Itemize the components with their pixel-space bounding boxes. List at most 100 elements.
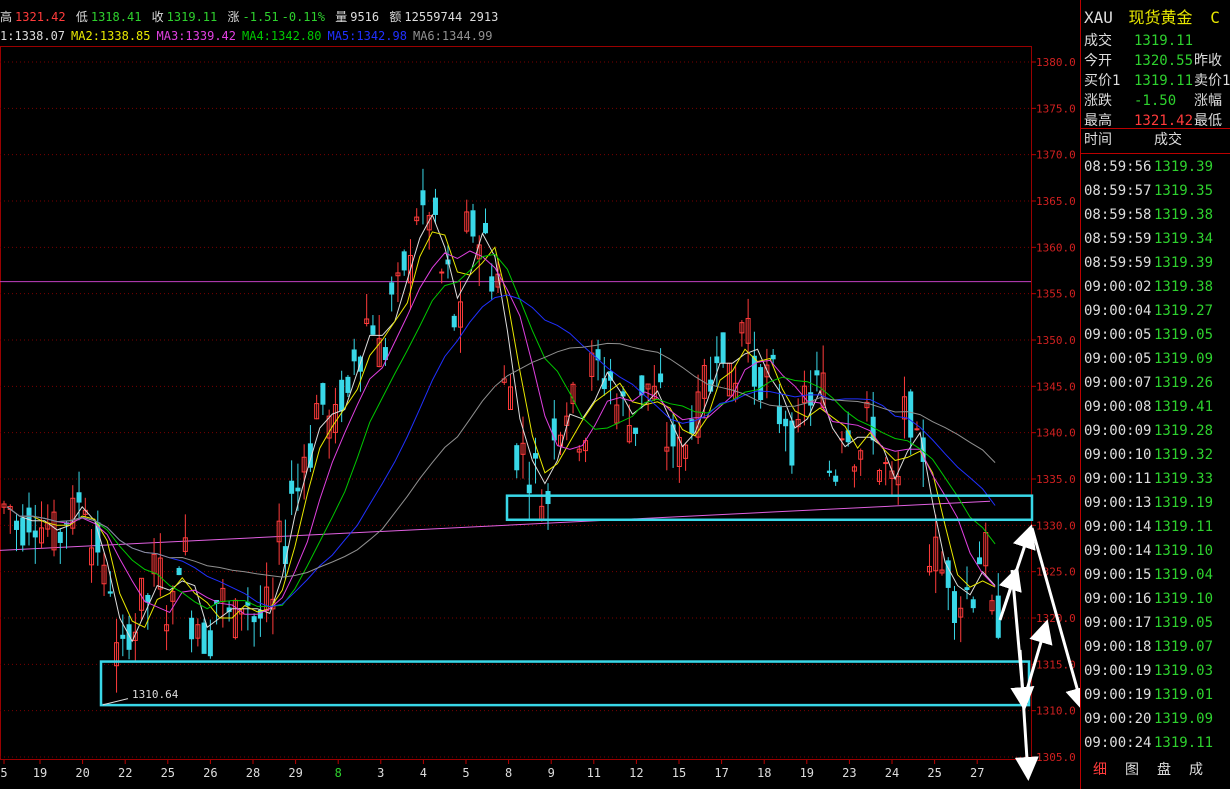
candle-body bbox=[107, 591, 113, 594]
tick-row: 09:00:08 1319.41 bbox=[1084, 397, 1213, 417]
candle-body bbox=[14, 520, 20, 530]
candle-body bbox=[320, 383, 326, 405]
tick-price: 1319.05 bbox=[1154, 615, 1214, 631]
tick-time: 09:00:16 bbox=[1084, 591, 1152, 607]
x-tick-label: 26 bbox=[203, 766, 217, 780]
x-tick-label: 25 bbox=[161, 766, 175, 780]
candle-body bbox=[545, 490, 551, 505]
ma-legend-item: 1:1338.07 bbox=[0, 29, 66, 43]
x-tick-label: 5 bbox=[462, 766, 469, 780]
panel-tab[interactable]: 成 bbox=[1189, 759, 1203, 779]
candle-body bbox=[951, 591, 957, 623]
candle-body bbox=[145, 594, 151, 603]
tick-price: 1319.10 bbox=[1154, 591, 1214, 607]
volume-label: 量 bbox=[335, 10, 348, 24]
tick-time: 09:00:14 bbox=[1084, 519, 1152, 535]
price-summary-bar: 高 1321.42 低 1318.41 收 1319.11 涨 -1.51 -0.11% … bbox=[0, 8, 501, 24]
low-label: 低 bbox=[75, 10, 88, 24]
ma-legend-item: MA6:1344.99 bbox=[412, 29, 493, 43]
tick-time: 08:59:56 bbox=[1084, 159, 1152, 175]
symbol-header: XAU 现货黄金 C bbox=[1084, 8, 1220, 28]
tick-row: 09:00:16 1319.10 bbox=[1084, 589, 1213, 609]
quote-row: 涨跌 -1.50 涨幅 bbox=[1084, 91, 1222, 111]
candle-body bbox=[20, 517, 26, 546]
candle-body bbox=[826, 470, 832, 473]
tick-time: 09:00:18 bbox=[1084, 639, 1152, 655]
candle-body bbox=[970, 599, 976, 609]
tick-price: 1319.41 bbox=[1154, 399, 1214, 415]
y-tick-label: 1305.0 bbox=[1036, 751, 1076, 764]
tick-time: 09:00:24 bbox=[1084, 735, 1152, 751]
candle-body bbox=[658, 373, 664, 383]
y-tick-label: 1340.0 bbox=[1036, 427, 1076, 440]
high-label: 高 bbox=[0, 10, 13, 24]
ticks-header: 时间 成交 bbox=[1084, 130, 1182, 150]
tick-price: 1319.04 bbox=[1154, 567, 1214, 583]
candle-body bbox=[389, 282, 395, 295]
tick-row: 08:59:59 1319.39 bbox=[1084, 253, 1213, 273]
x-tick-label: 12 bbox=[629, 766, 643, 780]
tick-price: 1319.10 bbox=[1154, 543, 1214, 559]
candle-body bbox=[833, 475, 839, 482]
candle-body bbox=[401, 251, 407, 271]
quote-value: -1.50 bbox=[1134, 93, 1177, 109]
tick-row: 09:00:07 1319.26 bbox=[1084, 373, 1213, 393]
tick-row: 09:00:15 1319.04 bbox=[1084, 565, 1213, 585]
kline-chart[interactable]: 1380.0 1375.0 1370.0 1365.0 1360.0 1355.0 1350… bbox=[0, 0, 1080, 789]
tick-time: 08:59:58 bbox=[1084, 207, 1152, 223]
tick-row: 09:00:02 1319.38 bbox=[1084, 277, 1213, 297]
candle-body bbox=[57, 531, 63, 543]
y-tick-label: 1355.0 bbox=[1036, 288, 1076, 301]
x-tick-label: 15 bbox=[672, 766, 686, 780]
close-value: 1319.11 bbox=[166, 10, 218, 24]
y-tick-label: 1380.0 bbox=[1036, 56, 1076, 69]
ma-legend-item: MA5:1342.98 bbox=[327, 29, 407, 43]
x-tick-label: 25 bbox=[927, 766, 941, 780]
tick-row: 09:00:18 1319.07 bbox=[1084, 637, 1213, 657]
quote-row: 成交 1319.11 bbox=[1084, 31, 1193, 51]
support-box-upper bbox=[505, 494, 1034, 522]
tick-row: 08:59:59 1319.34 bbox=[1084, 229, 1213, 249]
candle-body bbox=[295, 487, 301, 492]
x-tick-label: 24 bbox=[885, 766, 899, 780]
ma-legend-item: MA2:1338.85 bbox=[71, 29, 151, 43]
x-tick-label: 18 bbox=[757, 766, 771, 780]
quote-label: 涨跌 bbox=[1084, 93, 1112, 109]
candle-body bbox=[514, 445, 520, 471]
annotation-label: 1310.64 bbox=[132, 688, 179, 701]
quote-label-secondary: 涨幅 bbox=[1194, 93, 1222, 109]
candle-body bbox=[76, 492, 82, 503]
tick-price: 1319.39 bbox=[1154, 159, 1214, 175]
quote-label-secondary: 卖价1 bbox=[1194, 73, 1230, 89]
candle-body bbox=[720, 332, 726, 364]
x-tick-label: 8 bbox=[335, 766, 342, 780]
x-tick-label: 3 bbox=[377, 766, 384, 780]
x-tick-label: 23 bbox=[842, 766, 856, 780]
panel-tab[interactable]: 细 bbox=[1093, 759, 1107, 779]
tick-time: 08:59:59 bbox=[1084, 255, 1152, 271]
amount-label: 额 bbox=[389, 10, 402, 24]
tick-time: 09:00:04 bbox=[1084, 303, 1152, 319]
x-tick-label: 29 bbox=[288, 766, 302, 780]
y-tick-label: 1335.0 bbox=[1036, 473, 1076, 486]
ma-legend-item: MA4:1342.80 bbox=[242, 29, 322, 43]
quote-label-secondary: 昨收 bbox=[1194, 53, 1222, 69]
candle-body bbox=[526, 484, 532, 494]
panel-tab[interactable]: 图 bbox=[1125, 759, 1139, 779]
panel-divider bbox=[1081, 128, 1230, 129]
tick-row: 09:00:19 1319.03 bbox=[1084, 661, 1213, 681]
support-box-lower bbox=[99, 660, 1031, 707]
tick-time: 08:59:57 bbox=[1084, 183, 1152, 199]
tick-row: 09:00:20 1319.09 bbox=[1084, 709, 1213, 729]
ticks-header-price: 成交 bbox=[1154, 132, 1182, 148]
panel-tab[interactable]: 盘 bbox=[1157, 759, 1171, 779]
candle-body bbox=[633, 427, 639, 434]
tick-time: 09:00:08 bbox=[1084, 399, 1152, 415]
candle-body bbox=[533, 453, 539, 459]
y-tick-label: 1345.0 bbox=[1036, 380, 1076, 393]
candle-body bbox=[345, 376, 351, 393]
tick-time: 09:00:05 bbox=[1084, 327, 1152, 343]
candle-body bbox=[189, 617, 195, 640]
candle-body bbox=[714, 356, 720, 364]
candle-body bbox=[976, 557, 982, 565]
